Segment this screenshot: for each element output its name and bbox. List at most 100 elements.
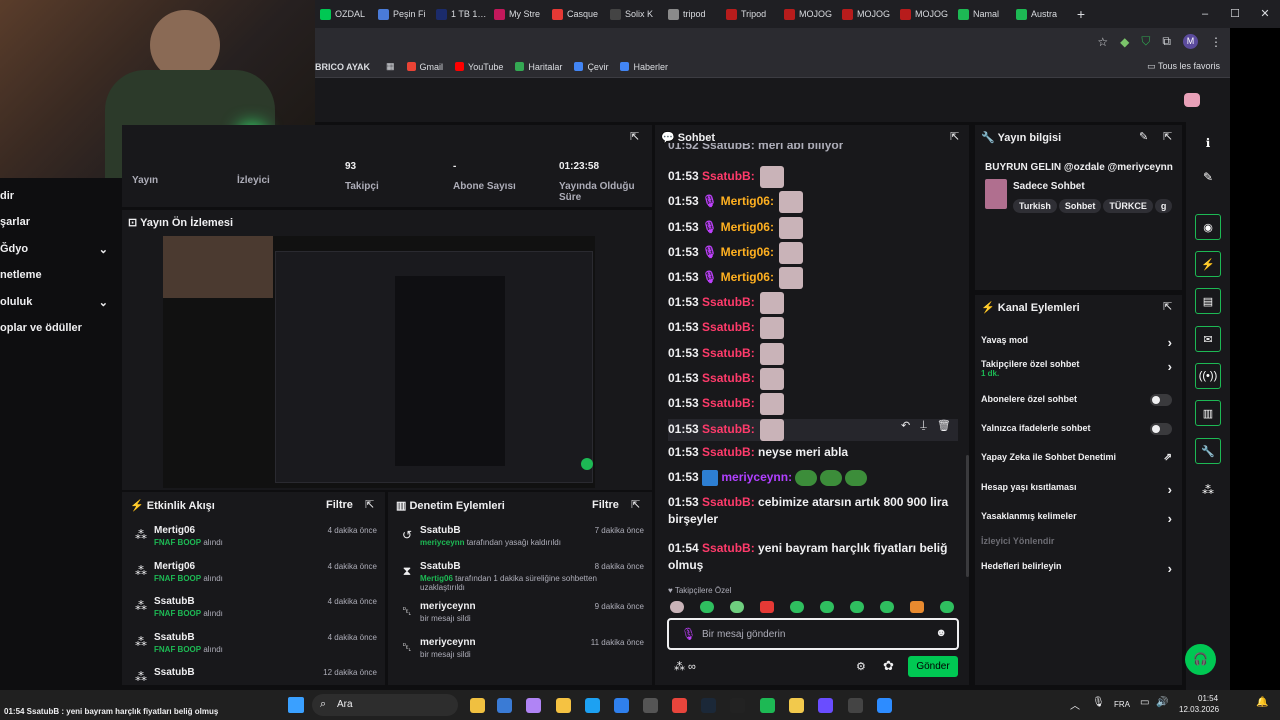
shield-icon[interactable]: ⛉ (1141, 34, 1150, 49)
folder-icon[interactable] (556, 698, 571, 713)
message-user[interactable]: Mertig06: (721, 245, 774, 259)
browser-tab[interactable]: MOJOG (779, 0, 837, 28)
mod-filter-button[interactable]: Filtre (592, 499, 619, 511)
extension-icon[interactable]: ◆ (1120, 35, 1129, 49)
emote-icon[interactable] (820, 601, 834, 613)
bookmark-item[interactable]: Çevir (574, 62, 608, 72)
frog-emote-icon[interactable] (845, 469, 868, 486)
layout-icon[interactable]: ▥ (1195, 400, 1221, 426)
browser-tab[interactable]: MOJOG (837, 0, 895, 28)
apps-grid-icon[interactable]: ▦ (386, 61, 395, 72)
bookmark-item[interactable]: YouTube (455, 62, 503, 72)
browser-tab[interactable]: Austra (1011, 0, 1069, 28)
pencil-icon[interactable]: ✎ (1195, 164, 1221, 190)
stream-preview-video[interactable] (163, 236, 595, 488)
start-button[interactable] (288, 697, 304, 713)
tag[interactable]: Sohbet (1058, 199, 1102, 213)
chat-message[interactable]: 01:53 SsatubB: (668, 368, 958, 390)
bookmark-item[interactable]: BRICO AYAK ▦ (315, 61, 395, 72)
cat-emote-icon[interactable] (760, 317, 785, 339)
message-user[interactable]: SsatubB: (702, 541, 755, 555)
zoom-icon[interactable] (877, 698, 892, 713)
profile-avatar[interactable]: M (1183, 34, 1198, 49)
language-indicator[interactable]: FRA (1114, 700, 1130, 709)
message-user[interactable]: SsatubB: (702, 346, 755, 360)
new-tab-button[interactable]: + (1069, 6, 1093, 22)
message-user[interactable]: SsatubB: (702, 371, 755, 385)
trash-icon[interactable]: 🗑 (937, 419, 951, 432)
tag[interactable]: TÜRKCE (1103, 199, 1153, 213)
channel-action-item[interactable]: Hedefleri belirleyin › (981, 561, 1176, 576)
info-icon[interactable]: ℹ (1195, 130, 1221, 156)
tray-mic-icon[interactable]: 🎙 (1092, 697, 1105, 708)
message-user[interactable]: meriyceynn: (721, 470, 792, 484)
terminal-icon[interactable] (643, 698, 658, 713)
message-user[interactable]: SsatubB: (702, 495, 755, 509)
emote-icon[interactable] (790, 601, 804, 613)
channel-action-item[interactable]: Abonelere özel sohbet (981, 394, 1176, 406)
browser-tab[interactable]: My Stre (489, 0, 547, 28)
clock-time[interactable]: 01:54 (1198, 694, 1218, 703)
settings-gear-icon[interactable]: ⚙ (856, 660, 866, 673)
cat-emote-icon[interactable] (760, 368, 785, 390)
mail-icon[interactable] (614, 698, 629, 713)
chat-message[interactable]: 01:53 SsatubB: (668, 166, 958, 188)
mod-tools-icon[interactable]: ✿ (883, 658, 894, 674)
activity-item[interactable]: ⁂ SsatubB FNAF BOOP alındı 4 dakika önce (130, 593, 377, 627)
popout-icon[interactable]: ⇱ (950, 130, 959, 143)
edit-pencil-icon[interactable]: ✎ (1139, 130, 1148, 143)
sidebar-item-5[interactable]: oplar ve ödüller (0, 316, 122, 340)
popout-icon[interactable]: ⇱ (631, 498, 640, 511)
browser-tab[interactable]: Peşin Fi (373, 0, 431, 28)
wrench-icon[interactable]: 🔧 (1195, 438, 1221, 464)
chat-message[interactable]: 01:53 🎙 Mertig06: (668, 242, 958, 264)
star-icon[interactable]: ☆ (1097, 35, 1108, 49)
chat-message[interactable]: 01:53 meriyceynn: (668, 469, 958, 486)
message-user[interactable]: Mertig06: (721, 194, 774, 208)
popout-icon[interactable]: ⇱ (630, 130, 639, 143)
app3-icon[interactable] (818, 698, 833, 713)
points-icon[interactable]: ⁂ ∞ (674, 660, 696, 673)
obs-icon[interactable] (848, 698, 863, 713)
cat-emote-icon[interactable] (779, 191, 804, 213)
emote-picker-icon[interactable]: ☻ (935, 627, 947, 639)
cat-emote-icon[interactable] (760, 166, 785, 188)
browser-tab[interactable]: Namal (953, 0, 1011, 28)
chat-input[interactable]: 🎙 Bir mesaj gönderin ☻ (667, 618, 959, 650)
browser-tab[interactable]: MOJOG (895, 0, 953, 28)
emote-icon[interactable] (880, 601, 894, 613)
channel-action-item[interactable]: Yalnızca ifadelerle sohbet (981, 423, 1176, 435)
activity-item[interactable]: ⁂ SsatubB FNAF BOOP alındı 4 dakika önce (130, 629, 377, 663)
channel-action-item[interactable]: Takipçilere özel sohbet 1 dk. › (981, 359, 1176, 378)
chat-message[interactable]: 01:54 SsatubB: yeni bayram harçlık fiyat… (668, 540, 958, 574)
notification-bell-icon[interactable]: 🔔 (1256, 697, 1268, 708)
emote-icon[interactable] (910, 601, 924, 613)
channel-action-item[interactable]: İzleyici Yönlendir (981, 536, 1176, 546)
chat-message[interactable]: 01:53 🎙 Mertig06: (668, 267, 958, 289)
sidebar-item-3[interactable]: netleme (0, 263, 122, 287)
reply-icon[interactable]: ↶ (901, 419, 910, 432)
chrome-icon[interactable] (672, 698, 687, 713)
close-window-button[interactable]: ✕ (1250, 0, 1280, 28)
nodes-icon[interactable]: ⁂ (1195, 477, 1221, 503)
camera-icon[interactable]: ◉ (1195, 214, 1221, 240)
steam-icon[interactable] (701, 698, 716, 713)
sidebar-item-2[interactable]: Ğdyo ⌄ (0, 237, 122, 261)
user-avatar-icon[interactable] (1184, 93, 1200, 107)
popout-icon[interactable]: ⇱ (1163, 300, 1172, 313)
volume-icon[interactable]: 🔊 (1156, 697, 1168, 708)
tray-chevron-icon[interactable]: ︿ (1070, 697, 1080, 712)
browser-tab[interactable]: 1 TB 1… (431, 0, 489, 28)
edge-icon[interactable] (585, 698, 600, 713)
tag[interactable]: g (1154, 199, 1173, 213)
tag[interactable]: Turkish (1013, 199, 1057, 213)
browser-menu-icon[interactable]: ⋮ (1210, 35, 1222, 49)
sidebar-item-0[interactable]: dir (0, 184, 122, 208)
bookmark-item[interactable]: Haberler (620, 62, 668, 72)
emote-icon[interactable] (940, 601, 954, 613)
emote-icon[interactable] (730, 601, 744, 613)
message-user[interactable]: SsatubB: (702, 295, 755, 309)
broadcast-icon[interactable]: ((•)) (1195, 363, 1221, 389)
copilot-icon[interactable] (526, 698, 541, 713)
cat-emote-icon[interactable] (760, 393, 785, 415)
